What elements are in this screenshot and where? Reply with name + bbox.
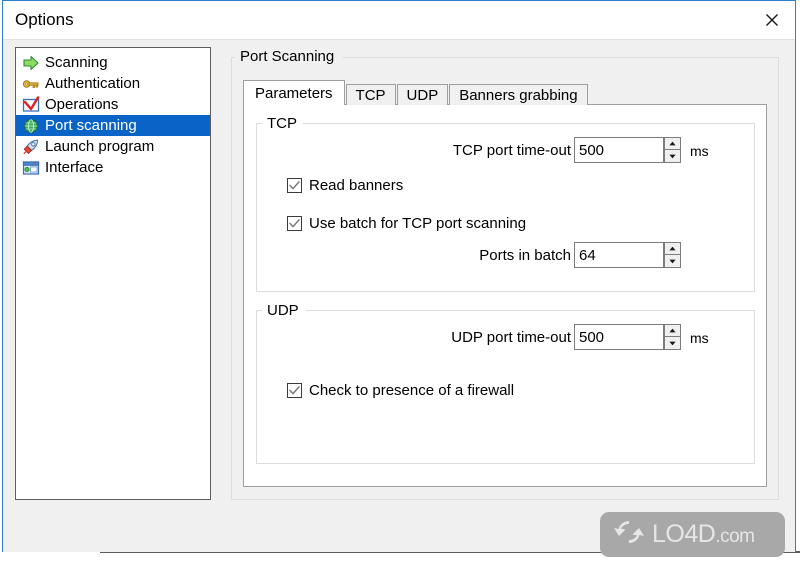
tab-udp[interactable]: UDP [396,84,449,105]
tcp-timeout-label: TCP port time-out [452,142,571,159]
tab-label: UDP [406,86,439,104]
port-scanning-group: Port Scanning Parameters TCP UDP Banners… [231,47,779,500]
tcp-timeout-input[interactable]: 500 [574,137,664,163]
red-check-icon [22,95,40,114]
sidebar-item-launch-program[interactable]: Launch program [16,136,210,157]
tab-label: Parameters [255,84,333,102]
ports-in-batch-input[interactable]: 64 [574,242,664,268]
sidebar-item-label: Interface [45,158,104,176]
tcp-timeout-unit: ms [690,143,709,159]
globe-icon [22,117,40,135]
tcp-timeout-stepper-down[interactable] [664,150,681,163]
checkbox-label: Check to presence of a firewall [309,382,515,399]
sidebar-item-label: Scanning [45,53,108,71]
close-icon [765,13,779,27]
tab-tcp[interactable]: TCP [345,84,396,105]
checkbox-label: Use batch for TCP port scanning [309,215,527,232]
tcp-timeout-stepper-up[interactable] [664,137,681,150]
udp-fieldset: UDP UDP port time-out 500 ms Check to pr… [256,302,755,464]
tab-label: TCP [355,86,386,104]
sidebar-item-label: Port scanning [45,116,137,134]
sidebar-item-scanning[interactable]: Scanning [16,52,210,73]
udp-fieldset-title: UDP [264,302,302,319]
tcp-fieldset-topline-left [256,123,262,124]
ports-in-batch-stepper[interactable] [664,242,681,268]
udp-timeout-stepper-up[interactable] [664,324,681,337]
ports-in-batch-stepper-up[interactable] [664,242,681,255]
tab-parameters[interactable]: Parameters [243,80,345,105]
watermark-label: LO4D [652,520,716,548]
window-icon [22,159,40,177]
sidebar-item-operations[interactable]: Operations [16,94,210,115]
checkbox-box [287,216,302,231]
green-arrow-icon [22,54,40,72]
udp-timeout-label: UDP port time-out [451,329,571,346]
udp-timeout-unit: ms [690,330,709,346]
sidebar-item-port-scanning[interactable]: Port scanning [16,115,210,136]
watermark-suffix: .com [715,526,755,547]
gold-key-icon [22,75,40,93]
window-title: Options [15,10,74,29]
options-dialog-window: Options Scanning Authentication Operatio… [2,0,796,552]
dialog-body: Scanning Authentication Operations Port … [3,39,795,552]
title-bar: Options [3,1,795,39]
checkbox-box [287,178,302,193]
udp-timeout-input[interactable]: 500 [574,324,664,350]
use-batch-checkbox[interactable]: Use batch for TCP port scanning [287,215,526,232]
sidebar-item-interface[interactable]: Interface [16,157,210,178]
read-banners-checkbox[interactable]: Read banners [287,177,403,194]
tab-label: Banners grabbing [459,86,578,104]
ports-in-batch-stepper-down[interactable] [664,255,681,268]
udp-fieldset-topline-right [306,310,755,311]
udp-timeout-stepper-down[interactable] [664,337,681,350]
ports-in-batch-label: Ports in batch [479,247,571,264]
lo4d-watermark: LO4D.com [600,512,785,557]
tcp-fieldset-topline-right [303,123,755,124]
checkbox-box [287,383,302,398]
tcp-fieldset: TCP TCP port time-out 500 ms Read banner… [256,115,755,292]
close-button[interactable] [749,1,795,39]
tcp-fieldset-title: TCP [264,115,300,132]
group-topline-right [343,57,779,58]
udp-fieldset-topline-left [256,310,262,311]
sidebar-item-label: Authentication [45,74,141,92]
group-title: Port Scanning [237,48,338,65]
tab-banners-grabbing[interactable]: Banners grabbing [449,84,588,105]
firewall-check-checkbox[interactable]: Check to presence of a firewall [287,382,514,399]
rocket-icon [22,138,40,156]
sidebar-item-label: Operations [45,95,119,113]
tab-strip[interactable]: Parameters TCP UDP Banners grabbing [243,80,589,105]
sidebar-item-authentication[interactable]: Authentication [16,73,210,94]
category-list[interactable]: Scanning Authentication Operations Port … [15,47,211,500]
tcp-timeout-stepper[interactable] [664,137,681,163]
checkbox-label: Read banners [309,177,404,194]
udp-timeout-stepper[interactable] [664,324,681,350]
group-topline-left [231,57,235,58]
sidebar-item-label: Launch program [45,137,155,155]
parameters-tab-panel: TCP TCP port time-out 500 ms Read banner… [243,104,767,487]
refresh-arrows-icon [612,517,646,552]
